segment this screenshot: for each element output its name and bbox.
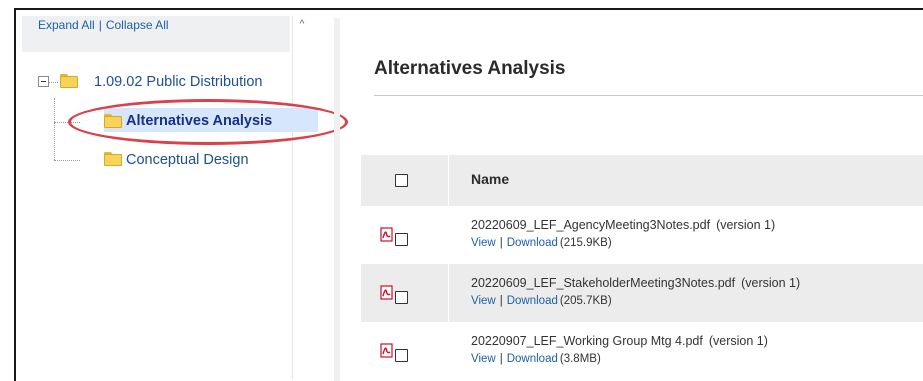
folder-icon	[60, 74, 78, 88]
row-checkbox[interactable]	[395, 291, 408, 304]
file-name: 20220609_LEF_StakeholderMeeting3Notes.pd…	[471, 276, 800, 290]
table-row: 20220609_LEF_AgencyMeeting3Notes.pdf (ver…	[361, 206, 923, 264]
panel-divider[interactable]	[334, 18, 340, 381]
download-link[interactable]: Download	[507, 295, 558, 307]
file-version: (version 1)	[716, 218, 776, 232]
pdf-icon	[380, 285, 393, 300]
action-separator: |	[499, 353, 503, 365]
tree-toolbar: Expand All | Collapse All	[22, 16, 290, 52]
pdf-icon	[380, 343, 393, 358]
tree-connector	[54, 160, 80, 161]
download-link[interactable]: Download	[507, 237, 558, 249]
row-icon-cell	[361, 206, 449, 264]
title-divider	[374, 95, 923, 96]
annotation-highlight-ring	[68, 99, 348, 145]
row-checkbox[interactable]	[395, 233, 408, 246]
file-actions: View | Download (3.8MB)	[471, 353, 601, 365]
tree-node-public-distribution[interactable]: 1.09.02 Public Distribution	[94, 74, 262, 90]
tree-connector	[54, 98, 55, 160]
view-link[interactable]: View	[471, 353, 496, 365]
download-link[interactable]: Download	[507, 353, 558, 365]
file-name-text: 20220907_LEF_Working Group Mtg 4.pdf	[471, 334, 703, 348]
view-link[interactable]: View	[471, 295, 496, 307]
tree-connector	[48, 82, 58, 83]
folder-tree-panel: Expand All | Collapse All ^ 1.09.02 Public…	[16, 10, 348, 381]
file-name-text: 20220609_LEF_AgencyMeeting3Notes.pdf	[471, 218, 711, 232]
table-header: Name	[361, 155, 923, 206]
row-checkbox[interactable]	[395, 349, 408, 362]
toolbar-separator: |	[98, 18, 102, 32]
header-checkbox-cell	[361, 155, 449, 206]
content-panel: Alternatives Analysis Name 20220609_LEF_…	[345, 18, 923, 381]
folder-icon	[104, 152, 122, 166]
tree-scrollbar[interactable]: ^	[292, 16, 310, 379]
column-header-name[interactable]: Name	[471, 171, 509, 187]
expand-all-link[interactable]: Expand All	[38, 18, 95, 32]
table-row: 20220609_LEF_StakeholderMeeting3Notes.pd…	[361, 264, 923, 322]
file-name: 20220907_LEF_Working Group Mtg 4.pdf (ver…	[471, 334, 768, 348]
file-size: (3.8MB)	[559, 353, 601, 365]
file-actions: View | Download (205.7KB)	[471, 295, 612, 307]
tree-toolbar-links: Expand All | Collapse All	[38, 18, 169, 32]
pdf-icon	[380, 227, 393, 242]
app-frame: Expand All | Collapse All ^ 1.09.02 Public…	[14, 8, 923, 381]
collapse-all-link[interactable]: Collapse All	[106, 18, 169, 32]
page-title: Alternatives Analysis	[374, 58, 566, 79]
file-name-text: 20220609_LEF_StakeholderMeeting3Notes.pd…	[471, 276, 736, 290]
file-version: (version 1)	[741, 276, 801, 290]
file-actions: View | Download (215.9KB)	[471, 237, 612, 249]
view-link[interactable]: View	[471, 237, 496, 249]
tree-node-conceptual-design[interactable]: Conceptual Design	[126, 152, 249, 168]
action-separator: |	[499, 237, 503, 249]
row-icon-cell	[361, 322, 449, 380]
file-size: (205.7KB)	[559, 295, 612, 307]
row-icon-cell	[361, 264, 449, 322]
scroll-up-icon[interactable]: ^	[293, 16, 311, 34]
collapse-node-icon[interactable]	[38, 76, 49, 87]
file-name: 20220609_LEF_AgencyMeeting3Notes.pdf (ver…	[471, 218, 775, 232]
action-separator: |	[499, 295, 503, 307]
select-all-checkbox[interactable]	[395, 174, 408, 187]
file-version: (version 1)	[708, 334, 768, 348]
file-size: (215.9KB)	[559, 237, 612, 249]
table-row: 20220907_LEF_Working Group Mtg 4.pdf (ver…	[361, 322, 923, 380]
